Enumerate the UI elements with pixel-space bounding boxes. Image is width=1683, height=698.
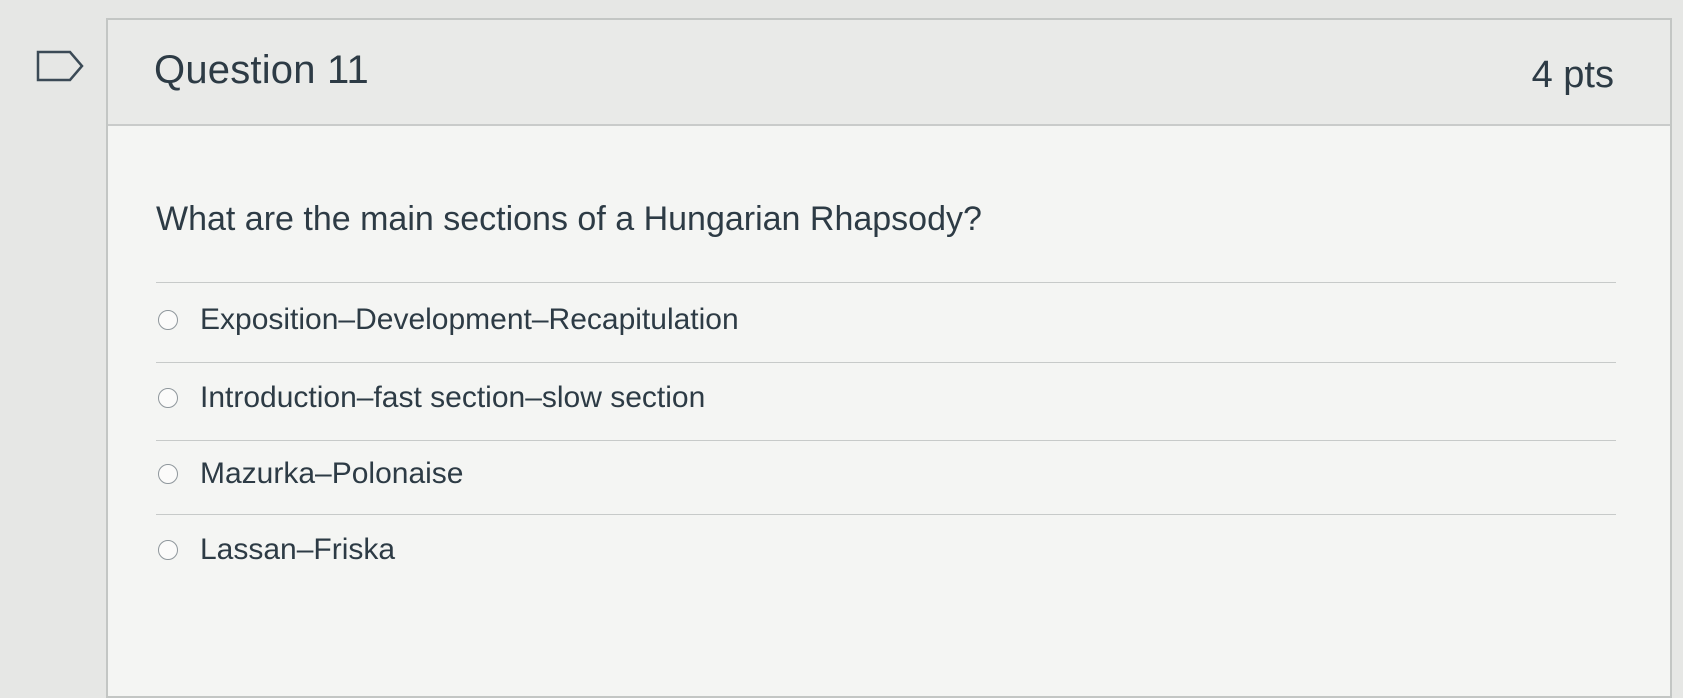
- radio-button[interactable]: [158, 540, 178, 560]
- divider: [156, 282, 1616, 283]
- answer-label: Lassan–Friska: [200, 533, 396, 566]
- flag-question-icon[interactable]: [36, 50, 84, 82]
- answer-option[interactable]: Introduction–fast section–slow section: [158, 376, 705, 420]
- radio-button[interactable]: [158, 310, 178, 330]
- answer-label: Introduction–fast section–slow section: [200, 381, 706, 414]
- answer-option[interactable]: Exposition–Development–Recapitulation: [158, 298, 739, 342]
- radio-button[interactable]: [158, 464, 178, 484]
- divider: [156, 362, 1616, 363]
- question-text: What are the main sections of a Hungaria…: [156, 200, 982, 238]
- question-header: Question 11 4 pts: [108, 20, 1670, 126]
- answer-option[interactable]: Mazurka–Polonaise: [158, 452, 463, 496]
- divider: [156, 440, 1616, 441]
- answer-label: Mazurka–Polonaise: [200, 457, 464, 490]
- question-card: Question 11 4 pts What are the main sect…: [106, 18, 1672, 698]
- question-title: Question 11: [154, 48, 369, 92]
- divider: [156, 514, 1616, 515]
- answer-option[interactable]: Lassan–Friska: [158, 528, 395, 572]
- radio-button[interactable]: [158, 388, 178, 408]
- answer-label: Exposition–Development–Recapitulation: [200, 303, 739, 336]
- question-points: 4 pts: [1531, 54, 1614, 96]
